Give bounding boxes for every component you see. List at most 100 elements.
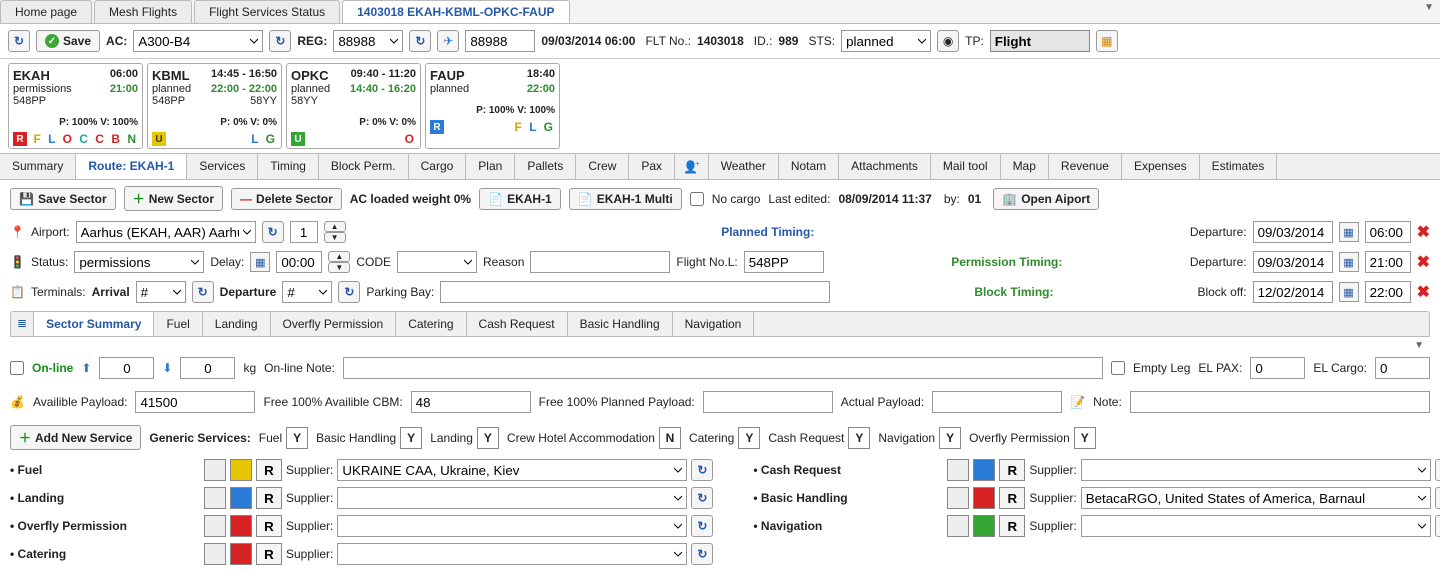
planned-payload-input[interactable] [703,391,833,413]
delay-cal-icon[interactable] [250,252,270,272]
doc-ekah-button[interactable]: EKAH-1 [479,188,561,210]
subtab-caret-icon[interactable]: ▼ [1408,338,1430,353]
online-checkbox[interactable] [10,361,24,375]
planned-dep-time[interactable] [1365,221,1411,243]
add-new-service-button[interactable]: Add New Service [10,425,141,450]
service-r-button[interactable]: R [999,487,1025,509]
service-color-box[interactable] [230,459,252,481]
delete-icon[interactable]: ✖ [1417,222,1430,242]
calendar-icon[interactable] [1339,282,1359,302]
supplier-refresh-button[interactable] [1435,487,1440,509]
save-sector-button[interactable]: Save Sector [10,188,116,210]
generic-service-toggle[interactable]: Y [848,427,870,449]
service-r-button[interactable]: R [256,515,282,537]
aircraft-select[interactable]: A300-B4 [133,30,263,52]
elcargo-input[interactable] [1375,357,1430,379]
perm-dep-date[interactable] [1253,251,1333,273]
block-date[interactable] [1253,281,1333,303]
supplier-select[interactable]: UKRAINE CAA, Ukraine, Kiev [337,459,687,481]
no-cargo-checkbox[interactable] [690,192,704,206]
subtab-overfly-permission[interactable]: Overfly Permission [271,312,397,336]
block-time[interactable] [1365,281,1411,303]
service-r-button[interactable]: R [999,459,1025,481]
tab-block-perm-[interactable]: Block Perm. [319,154,409,179]
departure-refresh-button[interactable] [338,281,360,303]
ac-refresh-button[interactable] [269,30,291,52]
delete-icon[interactable]: ✖ [1417,282,1430,302]
tab-mesh[interactable]: Mesh Flights [94,0,192,23]
tab-pax[interactable]: Pax [629,154,675,179]
tab-pallets[interactable]: Pallets [515,154,576,179]
service-status-box[interactable] [947,459,969,481]
doc-ekah-multi-button[interactable]: EKAH-1 Multi [569,188,682,210]
generic-service-toggle[interactable]: Y [286,427,308,449]
tp-aux-button[interactable]: ▦ [1096,30,1118,52]
tab-menu-caret-icon[interactable]: ▼ [1418,0,1440,23]
supplier-refresh-button[interactable] [1435,515,1440,537]
delay-down-button[interactable]: ▼ [328,262,350,273]
service-status-box[interactable] [204,543,226,565]
delay-input[interactable] [276,251,322,273]
tab-attachments[interactable]: Attachments [839,154,931,179]
tab-notam[interactable]: Notam [779,154,839,179]
service-status-box[interactable] [204,487,226,509]
delete-sector-button[interactable]: Delete Sector [231,188,342,210]
fuel-up-input[interactable] [99,357,154,379]
sector-bars-icon[interactable] [11,312,34,336]
leg-card[interactable]: KBML14:45 - 16:50 planned22:00 - 22:00 5… [147,63,282,149]
service-r-button[interactable]: R [999,515,1025,537]
actual-payload-input[interactable] [932,391,1062,413]
airport-refresh-button[interactable] [262,221,284,243]
tab-services[interactable]: Services [187,154,258,179]
num-down-button[interactable]: ▼ [324,232,346,243]
new-sector-button[interactable]: New Sector [124,186,223,211]
leg-card[interactable]: EKAH06:00 permissions21:00 548PP P: 100%… [8,63,143,149]
leg-card[interactable]: FAUP18:40 planned22:00 P: 100% V: 100% R… [425,63,560,149]
status-aux-button[interactable]: ◉ [937,30,959,52]
tab-map[interactable]: Map [1001,154,1049,179]
service-color-box[interactable] [973,487,995,509]
fuel-down-input[interactable] [180,357,235,379]
tab-cargo[interactable]: Cargo [409,154,467,179]
reg-refresh-button[interactable] [409,30,431,52]
generic-service-toggle[interactable]: Y [939,427,961,449]
arrival-refresh-button[interactable] [192,281,214,303]
service-status-box[interactable] [204,515,226,537]
generic-service-toggle[interactable]: N [659,427,681,449]
reg-select[interactable]: 88988 [333,30,403,52]
calendar-icon[interactable] [1339,222,1359,242]
perm-dep-time[interactable] [1365,251,1411,273]
tab-timing[interactable]: Timing [258,154,319,179]
service-status-box[interactable] [947,515,969,537]
open-airport-button[interactable]: Open Aiport [993,188,1099,210]
subtab-navigation[interactable]: Navigation [673,312,755,336]
subtab-sector-summary[interactable]: Sector Summary [34,312,154,336]
planned-dep-date[interactable] [1253,221,1333,243]
departure-select[interactable]: # [282,281,332,303]
service-status-box[interactable] [947,487,969,509]
tab-add-person[interactable] [675,154,709,179]
status-select[interactable]: planned [841,30,931,52]
calendar-icon[interactable] [1339,252,1359,272]
service-color-box[interactable] [230,543,252,565]
plane-icon[interactable]: ✈ [437,30,459,52]
tab-route-ekah-1[interactable]: Route: EKAH-1 [76,154,187,179]
plane-input[interactable] [465,30,535,52]
save-button[interactable]: ✓Save [36,30,100,52]
supplier-select[interactable] [337,543,687,565]
tab-flight-detail[interactable]: 1403018 EKAH-KBML-OPKC-FAUP [342,0,569,23]
supplier-select[interactable] [337,487,687,509]
tab-home[interactable]: Home page [0,0,92,23]
tab-summary[interactable]: Summary [0,154,76,179]
subtab-fuel[interactable]: Fuel [154,312,202,336]
service-r-button[interactable]: R [256,543,282,565]
supplier-select[interactable]: BetacaRGO, United States of America, Bar… [1081,487,1431,509]
parking-bay-input[interactable] [440,281,830,303]
supplier-refresh-button[interactable] [691,543,713,565]
tab-crew[interactable]: Crew [576,154,629,179]
service-color-box[interactable] [230,515,252,537]
generic-service-toggle[interactable]: Y [400,427,422,449]
tab-weather[interactable]: Weather [709,154,779,179]
subtab-basic-handling[interactable]: Basic Handling [568,312,673,336]
generic-service-toggle[interactable]: Y [738,427,760,449]
